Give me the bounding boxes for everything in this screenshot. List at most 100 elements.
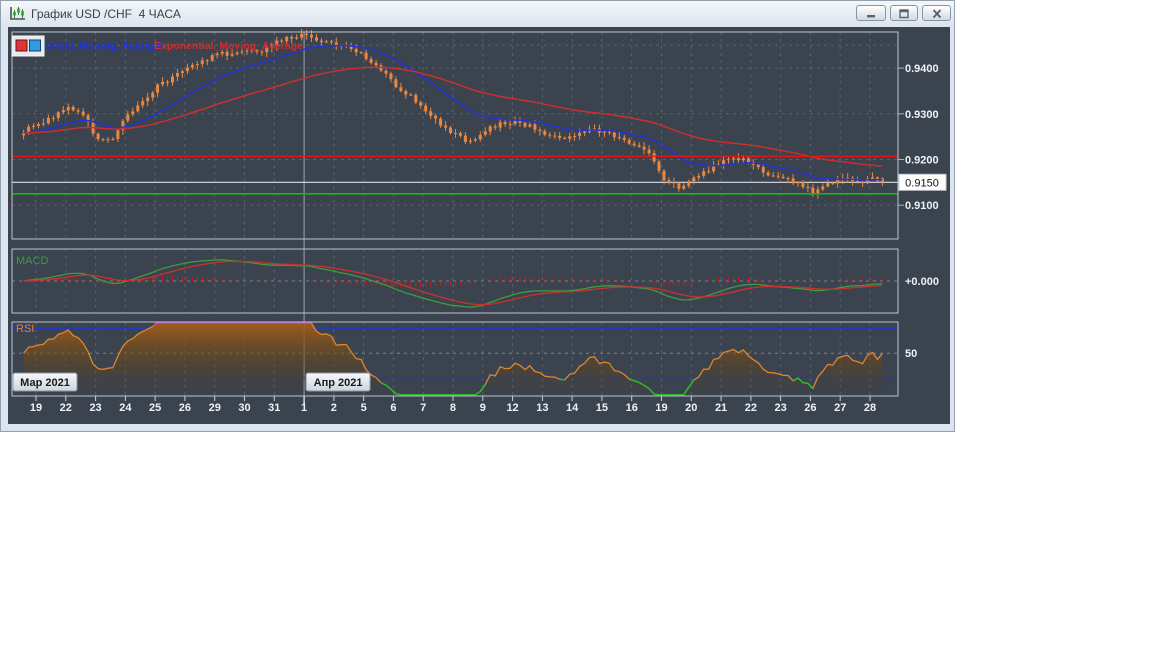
- candle-body: [473, 139, 477, 141]
- candle-body: [657, 161, 661, 171]
- candle-body: [746, 158, 750, 162]
- date-label: 14: [566, 402, 579, 414]
- current-price-tag: 0.9150: [898, 173, 947, 191]
- candle-body: [761, 167, 765, 173]
- candle-body: [81, 111, 85, 116]
- candle-body: [786, 178, 790, 179]
- date-label: 2: [331, 402, 337, 414]
- candle-body: [374, 62, 378, 66]
- date-label: 12: [506, 402, 518, 414]
- date-label: 13: [536, 402, 548, 414]
- candle-body: [856, 181, 860, 182]
- macd-label: MACD: [16, 255, 48, 267]
- candle-body: [156, 84, 160, 93]
- ema-slow-label: Exponential_Moving_Average: [154, 40, 303, 52]
- candle-body: [329, 41, 333, 43]
- date-label: 9: [480, 402, 486, 414]
- candle-body: [424, 105, 428, 112]
- candle-body: [419, 102, 423, 106]
- candle-body: [41, 123, 45, 125]
- candle-body: [46, 117, 50, 124]
- candle-body: [210, 55, 214, 61]
- candle-body: [146, 97, 150, 102]
- date-label: 19: [30, 402, 42, 414]
- minimize-icon: [867, 15, 875, 18]
- candle-body: [483, 131, 487, 135]
- candle-body: [300, 33, 304, 38]
- macd-zero-value: +0.000: [905, 276, 939, 288]
- candle-body: [32, 125, 35, 127]
- minimize-button[interactable]: [856, 5, 886, 21]
- candle-body: [295, 37, 299, 39]
- date-label: 23: [775, 402, 787, 414]
- candle-body: [791, 178, 795, 184]
- date-label: 29: [209, 402, 221, 414]
- candle-body: [602, 131, 606, 133]
- date-label: 22: [745, 402, 757, 414]
- candle-body: [702, 171, 706, 176]
- candle-body: [662, 170, 666, 181]
- candle-body: [414, 94, 418, 103]
- candle-body: [56, 112, 60, 118]
- candle-body: [563, 138, 567, 139]
- candle-body: [493, 126, 497, 128]
- legend-red-swatch[interactable]: [15, 39, 28, 52]
- candle-body: [543, 131, 547, 135]
- candle-body: [369, 59, 373, 63]
- candle-body: [215, 53, 219, 56]
- maximize-button[interactable]: [890, 5, 918, 21]
- candle-body: [538, 129, 542, 131]
- date-label: 31: [268, 402, 280, 414]
- date-label: 24: [119, 402, 132, 414]
- candle-body: [781, 176, 785, 178]
- candle-body: [315, 37, 318, 41]
- candle-body: [200, 60, 204, 65]
- candle-body: [434, 115, 438, 119]
- candle-body: [583, 131, 587, 133]
- candle-body: [290, 36, 294, 39]
- candle-body: [409, 94, 413, 96]
- candle-body: [573, 135, 577, 137]
- candle-body: [225, 51, 229, 56]
- candle-body: [319, 40, 323, 42]
- price-label: 0.9300: [905, 109, 939, 121]
- chart-canvas[interactable]: Exponential_Moving_AverageExponential_Mo…: [8, 27, 950, 424]
- candle-body: [523, 122, 527, 127]
- candle-body: [503, 122, 507, 125]
- candle-body: [652, 153, 656, 162]
- candle-body: [871, 177, 874, 179]
- candle-body: [180, 71, 184, 74]
- candle-body: [429, 111, 433, 116]
- close-button[interactable]: [922, 5, 951, 21]
- candle-body: [831, 182, 835, 184]
- candle-body: [478, 134, 482, 140]
- candle-body: [96, 133, 100, 140]
- candle-body: [801, 182, 805, 187]
- candle-body: [697, 175, 701, 178]
- date-label: 21: [715, 402, 727, 414]
- candle-body: [677, 183, 681, 189]
- window-titlebar: График USD /CHF 4 ЧАСА: [1, 1, 954, 27]
- candle-body: [766, 172, 770, 176]
- rsi-mid-value: 50: [905, 348, 917, 360]
- candle-body: [61, 110, 65, 113]
- candle-body: [627, 139, 631, 144]
- candle-body: [612, 132, 616, 138]
- candle-body: [126, 114, 130, 121]
- legend-blue-swatch[interactable]: [29, 39, 41, 52]
- candle-body: [394, 79, 398, 88]
- candle-body: [454, 133, 457, 134]
- month-tag-label: Мар 2021: [20, 377, 70, 389]
- candle-body: [622, 137, 626, 140]
- candle-body: [463, 135, 467, 142]
- candle-body: [51, 117, 55, 119]
- candle-body: [548, 134, 552, 136]
- candle-body: [444, 125, 448, 128]
- candlestick-chart-icon: [10, 7, 25, 20]
- candle-body: [171, 76, 174, 83]
- candle-body: [161, 81, 165, 85]
- candle-body: [528, 124, 532, 127]
- candle-body: [384, 70, 388, 74]
- date-label: 16: [626, 402, 638, 414]
- candle-body: [861, 182, 865, 184]
